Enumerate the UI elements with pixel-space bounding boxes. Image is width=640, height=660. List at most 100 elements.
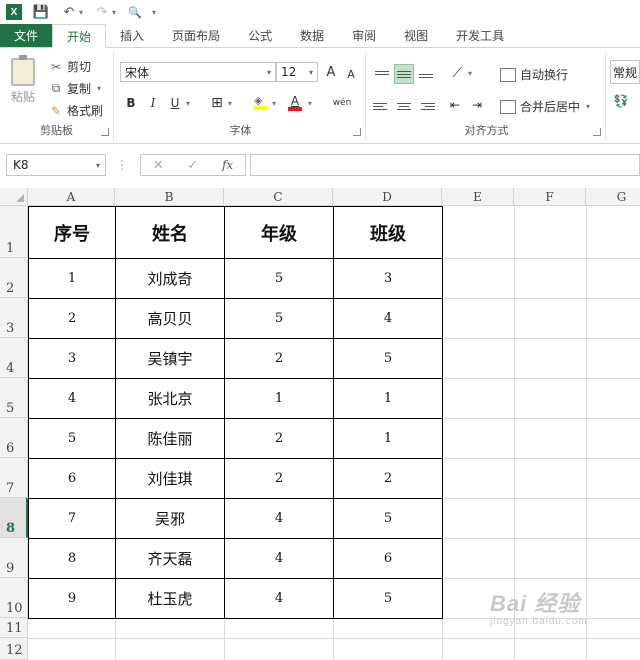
borders-icon[interactable]: ⊞ [208,94,226,112]
font-launcher-icon[interactable] [353,128,361,136]
table-cell[interactable]: 2 [224,338,334,379]
header-cell[interactable]: 班级 [333,206,443,259]
insert-function-icon[interactable]: fx [222,158,233,172]
table-cell[interactable]: 张北京 [115,378,225,419]
cancel-icon[interactable]: ✕ [153,158,164,173]
copy-button[interactable]: ⧉ 复制 ▾ [48,80,101,97]
table-cell[interactable]: 7 [28,498,116,539]
row-header-selected[interactable]: 8 [0,498,28,538]
orientation-dropdown-icon[interactable]: ▾ [468,69,472,78]
table-cell[interactable]: 5 [28,418,116,459]
tab-home[interactable]: 开始 [52,24,107,48]
fill-color-dropdown-icon[interactable]: ▾ [272,99,276,108]
phonetic-guide-button[interactable]: wén [330,94,354,112]
row-header[interactable]: 6 [0,418,28,458]
table-cell[interactable]: 4 [28,378,116,419]
column-header-f[interactable]: F [514,188,586,206]
row-header[interactable]: 7 [0,458,28,498]
table-cell[interactable]: 9 [28,578,116,619]
table-cell[interactable]: 4 [224,538,334,579]
table-cell[interactable]: 2 [224,418,334,459]
enter-icon[interactable]: ✓ [187,158,198,173]
row-header[interactable]: 10 [0,578,28,618]
bottom-align-icon[interactable] [416,64,436,84]
number-format-select[interactable]: 常规 [610,60,640,84]
tab-data[interactable]: 数据 [286,24,338,47]
align-center-icon[interactable] [394,96,414,116]
table-cell[interactable]: 4 [333,298,443,339]
table-cell[interactable]: 刘佳琪 [115,458,225,499]
table-cell[interactable]: 6 [333,538,443,579]
italic-button[interactable]: I [144,94,162,112]
shrink-font-button[interactable]: A [342,65,360,83]
table-cell[interactable]: 陈佳丽 [115,418,225,459]
table-cell[interactable]: 5 [224,258,334,299]
font-color-button[interactable]: A [286,94,304,112]
font-color-dropdown-icon[interactable]: ▾ [308,99,312,108]
row-header[interactable]: 11 [0,618,28,638]
tab-insert[interactable]: 插入 [106,24,158,47]
align-left-icon[interactable] [372,96,392,116]
tab-view[interactable]: 视图 [390,24,442,47]
tab-review[interactable]: 审阅 [338,24,390,47]
row-header[interactable]: 3 [0,298,28,338]
table-cell[interactable]: 杜玉虎 [115,578,225,619]
underline-dropdown-icon[interactable]: ▾ [186,99,190,108]
table-cell[interactable]: 刘成奇 [115,258,225,299]
tab-page-layout[interactable]: 页面布局 [158,24,234,47]
row-header[interactable]: 5 [0,378,28,418]
font-size-select[interactable]: 12 ▾ [276,62,318,82]
formula-input[interactable] [250,154,640,176]
header-cell[interactable]: 姓名 [115,206,225,259]
table-cell[interactable]: 2 [224,458,334,499]
table-cell[interactable]: 5 [333,578,443,619]
table-cell[interactable]: 1 [333,418,443,459]
wrap-text-button[interactable]: 自动换行 [500,66,568,83]
print-preview-icon[interactable]: 🔍 [126,3,144,21]
redo-dropdown-icon[interactable]: ▾ [112,8,116,17]
undo-icon[interactable]: ↶ [60,3,78,21]
cut-button[interactable]: ✂ 剪切 [48,58,91,75]
table-cell[interactable]: 5 [224,298,334,339]
merge-dropdown-icon[interactable]: ▾ [586,102,590,111]
column-header-b[interactable]: B [115,188,224,206]
table-cell[interactable]: 4 [224,578,334,619]
tab-developer[interactable]: 开发工具 [442,24,518,47]
table-cell[interactable]: 1 [224,378,334,419]
table-cell[interactable]: 5 [333,498,443,539]
copy-dropdown-icon[interactable]: ▾ [97,84,101,93]
fill-color-button[interactable]: ◈ [252,94,270,112]
grow-font-button[interactable]: A [322,63,340,81]
table-cell[interactable]: 3 [333,258,443,299]
column-header-g[interactable]: G [586,188,640,206]
orientation-icon[interactable]: ⟋ [448,64,466,82]
bold-button[interactable]: B [122,94,140,112]
row-header[interactable]: 4 [0,338,28,378]
header-cell[interactable]: 年级 [224,206,334,259]
column-header-d[interactable]: D [333,188,442,206]
increase-indent-icon[interactable]: ⇥ [468,96,486,114]
table-cell[interactable]: 高贝贝 [115,298,225,339]
table-cell[interactable]: 齐天磊 [115,538,225,579]
header-cell[interactable]: 序号 [28,206,116,259]
undo-dropdown-icon[interactable]: ▾ [79,8,83,17]
column-header-e[interactable]: E [442,188,514,206]
paste-button[interactable]: 粘贴 [6,55,40,112]
table-cell[interactable]: 4 [224,498,334,539]
clipboard-launcher-icon[interactable] [101,128,109,136]
more-icon[interactable]: ⋮ [116,158,128,172]
select-all-button[interactable] [0,188,28,206]
table-cell[interactable]: 3 [28,338,116,379]
decrease-indent-icon[interactable]: ⇤ [446,96,464,114]
align-right-icon[interactable] [416,96,436,116]
middle-align-icon[interactable] [394,64,414,84]
tab-file[interactable]: 文件 [0,24,53,47]
table-cell[interactable]: 2 [28,298,116,339]
name-box[interactable]: K8 ▾ [6,154,106,176]
table-cell[interactable]: 5 [333,338,443,379]
table-cell[interactable]: 8 [28,538,116,579]
row-header[interactable]: 1 [0,206,28,258]
table-cell[interactable]: 2 [333,458,443,499]
table-cell[interactable]: 1 [28,258,116,299]
row-header[interactable]: 12 [0,638,28,660]
